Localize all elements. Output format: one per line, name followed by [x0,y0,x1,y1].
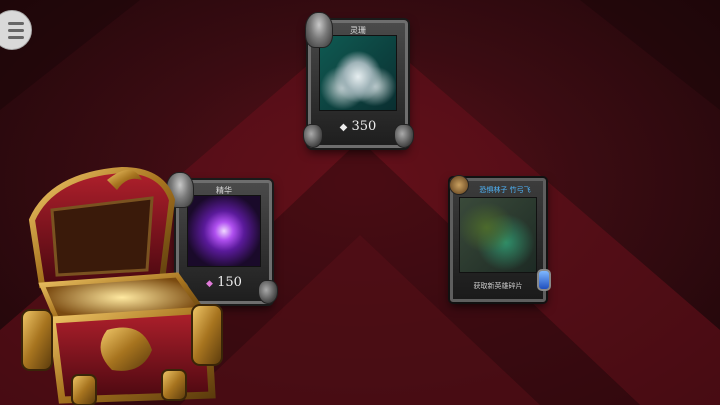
hero-avatar-icon [449,175,469,195]
coin-icon: ◆ [339,122,348,133]
claw-ornament-icon [394,124,414,148]
hero-art [459,197,537,273]
reward-card-hero[interactable]: 恐惧林子 竹弓飞 获取新英雄碎片 [449,175,551,302]
hero-name: 恐惧林子 竹弓飞 [479,186,531,194]
card-value: ◆ 350 [339,119,377,134]
menu-icon-bar [8,21,24,25]
menu-icon-bar [8,35,24,39]
blue-gem-icon [537,269,551,291]
menu-icon-bar [8,28,24,32]
hero-subtitle: 获取新英雄碎片 [473,282,523,290]
claw-ornament-icon [258,280,278,304]
claw-ornament-icon [303,124,323,148]
treasure-chest-icon [21,166,223,405]
bust-ornament-icon [305,12,333,48]
coin-stack-icon [319,35,397,111]
